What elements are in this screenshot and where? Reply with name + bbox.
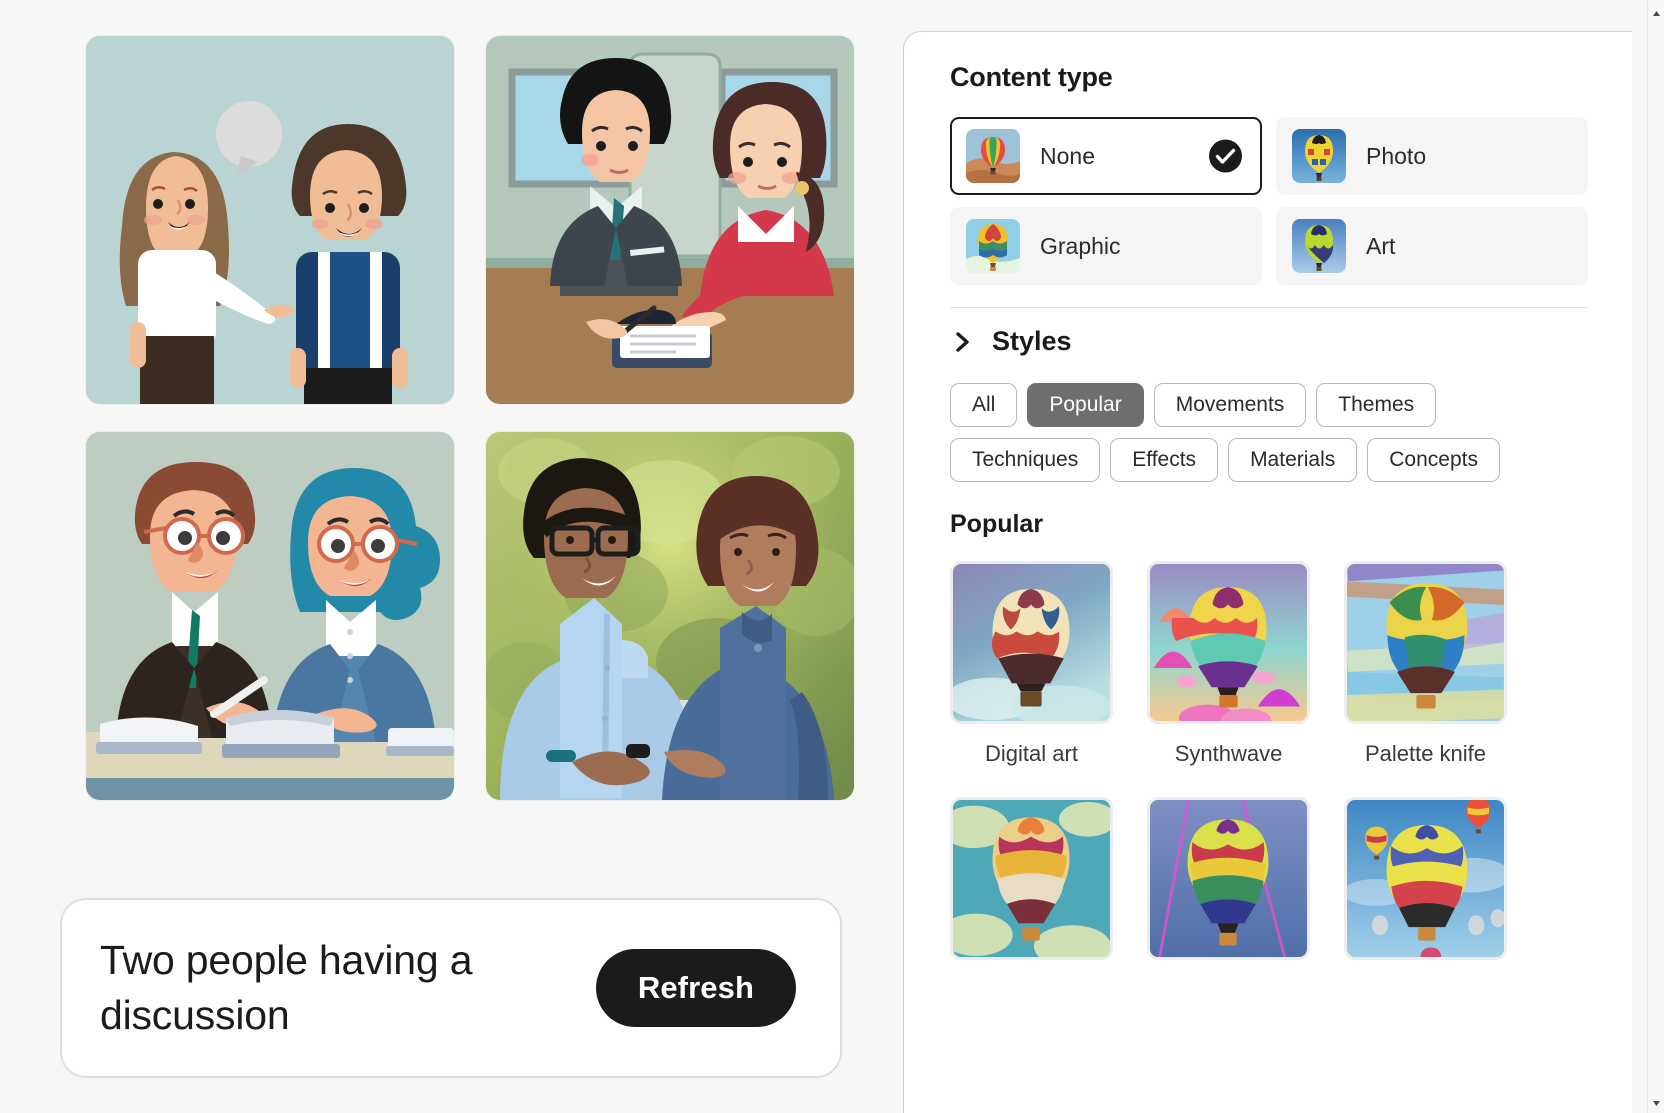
style-thumbnail-6[interactable] <box>1344 797 1507 960</box>
settings-panel: Content type None Photo Graphic Art Styl… <box>903 31 1632 1113</box>
style-cell-6 <box>1344 797 1507 990</box>
result-image-1[interactable] <box>86 36 454 404</box>
style-label-synthwave: Synthwave <box>1174 741 1283 766</box>
style-filter-themes[interactable]: Themes <box>1316 383 1437 427</box>
refresh-button[interactable]: Refresh <box>595 949 796 1027</box>
content-type-option-graphic[interactable]: Graphic <box>950 207 1262 285</box>
content-type-title: Content type <box>950 62 1113 92</box>
style-thumbnail-5[interactable] <box>1147 797 1310 960</box>
style-label-palette-knife: Palette knife <box>1364 741 1487 766</box>
content-type-option-none[interactable]: None <box>950 117 1262 195</box>
content-type-grid: None Photo Graphic Art <box>950 117 1588 285</box>
chevron-right-icon <box>954 331 972 353</box>
style-filter-materials[interactable]: Materials <box>1228 438 1358 482</box>
style-filter-all[interactable]: All <box>950 383 1018 427</box>
style-label-digital-art: Digital art <box>985 741 1078 766</box>
settings-pane: Content type None Photo Graphic Art Styl… <box>903 0 1664 1113</box>
style-cell-5 <box>1147 797 1310 990</box>
arrow-up-icon[interactable] <box>1651 6 1662 17</box>
style-thumbnail-digital-art[interactable] <box>950 561 1113 724</box>
style-cell-digital-art: Digital art <box>950 561 1113 797</box>
prompt-text[interactable]: Two people having a discussion <box>100 933 570 1044</box>
style-thumbnail-grid: Digital art Synthwave Palette knife <box>950 561 1588 990</box>
balloon-photo-thumbnail-icon <box>1292 129 1346 183</box>
style-thumbnail-palette-knife[interactable] <box>1344 561 1507 724</box>
result-image-4[interactable] <box>486 432 854 800</box>
style-filter-techniques[interactable]: Techniques <box>950 438 1101 482</box>
style-thumbnail-synthwave[interactable] <box>1147 561 1310 724</box>
style-filter-movements[interactable]: Movements <box>1153 383 1307 427</box>
balloon-graphic-thumbnail-icon <box>966 219 1020 273</box>
content-type-option-photo[interactable]: Photo <box>1276 117 1588 195</box>
generated-image-grid <box>86 36 854 800</box>
style-filter-popular[interactable]: Popular <box>1027 383 1144 427</box>
style-filter-chips: All Popular Movements Themes Techniques … <box>950 383 1588 482</box>
result-image-2[interactable] <box>486 36 854 404</box>
content-type-label-none: None <box>1040 142 1095 169</box>
page-scrollbar[interactable] <box>1647 0 1664 1113</box>
settings-panel-content: Content type None Photo Graphic Art Styl… <box>904 32 1632 1113</box>
check-circle-icon <box>1209 139 1242 173</box>
balloon-desert-thumbnail-icon <box>966 129 1020 183</box>
style-cell-4 <box>950 797 1113 990</box>
section-divider <box>950 307 1588 308</box>
content-type-label-graphic: Graphic <box>1040 232 1121 259</box>
styles-title: Styles <box>992 326 1072 356</box>
style-thumbnail-4[interactable] <box>950 797 1113 960</box>
content-type-label-photo: Photo <box>1366 142 1427 169</box>
styles-section-toggle[interactable]: Styles <box>954 326 1588 357</box>
result-image-3[interactable] <box>86 432 454 800</box>
style-cell-synthwave: Synthwave <box>1147 561 1310 797</box>
balloon-art-thumbnail-icon <box>1292 219 1346 273</box>
arrow-down-icon[interactable] <box>1651 1096 1662 1107</box>
style-filter-concepts[interactable]: Concepts <box>1367 438 1500 482</box>
content-type-label-art: Art <box>1366 232 1396 259</box>
style-cell-palette-knife: Palette knife <box>1344 561 1507 797</box>
style-filter-effects[interactable]: Effects <box>1110 438 1219 482</box>
prompt-input-bar[interactable]: Two people having a discussion Refresh <box>60 898 842 1078</box>
style-group-title: Popular <box>950 510 1044 538</box>
firefly-text-to-image-app: Two people having a discussion Refresh C… <box>0 0 1664 1113</box>
content-type-option-art[interactable]: Art <box>1276 207 1588 285</box>
results-pane: Two people having a discussion Refresh <box>0 0 903 1113</box>
